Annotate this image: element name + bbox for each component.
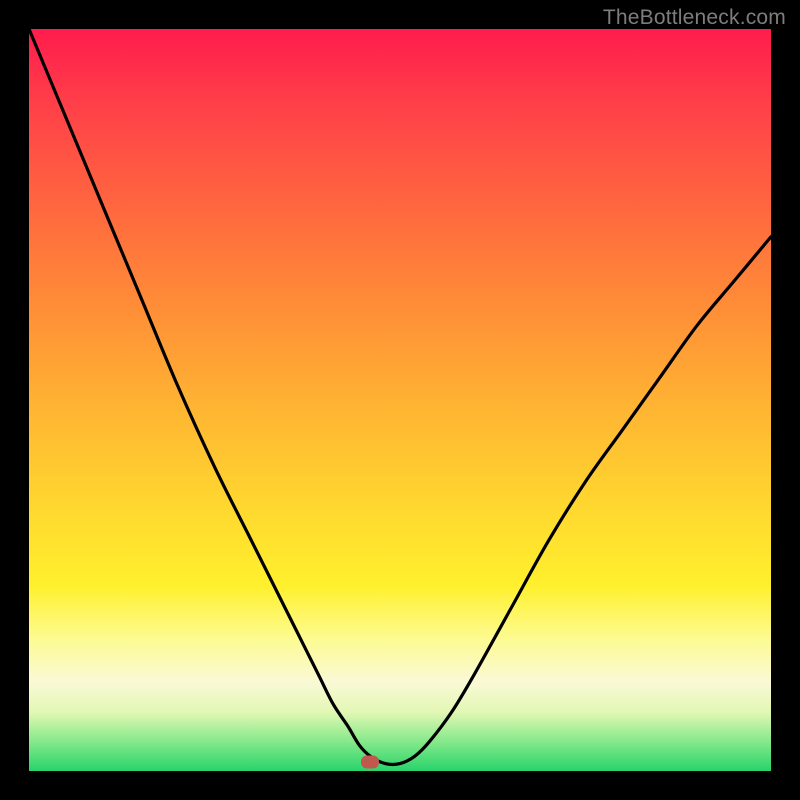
optimal-point-marker	[361, 756, 379, 769]
chart-frame: TheBottleneck.com	[0, 0, 800, 800]
bottleneck-curve	[29, 29, 771, 771]
watermark-text: TheBottleneck.com	[603, 6, 786, 30]
plot-area	[29, 29, 771, 771]
